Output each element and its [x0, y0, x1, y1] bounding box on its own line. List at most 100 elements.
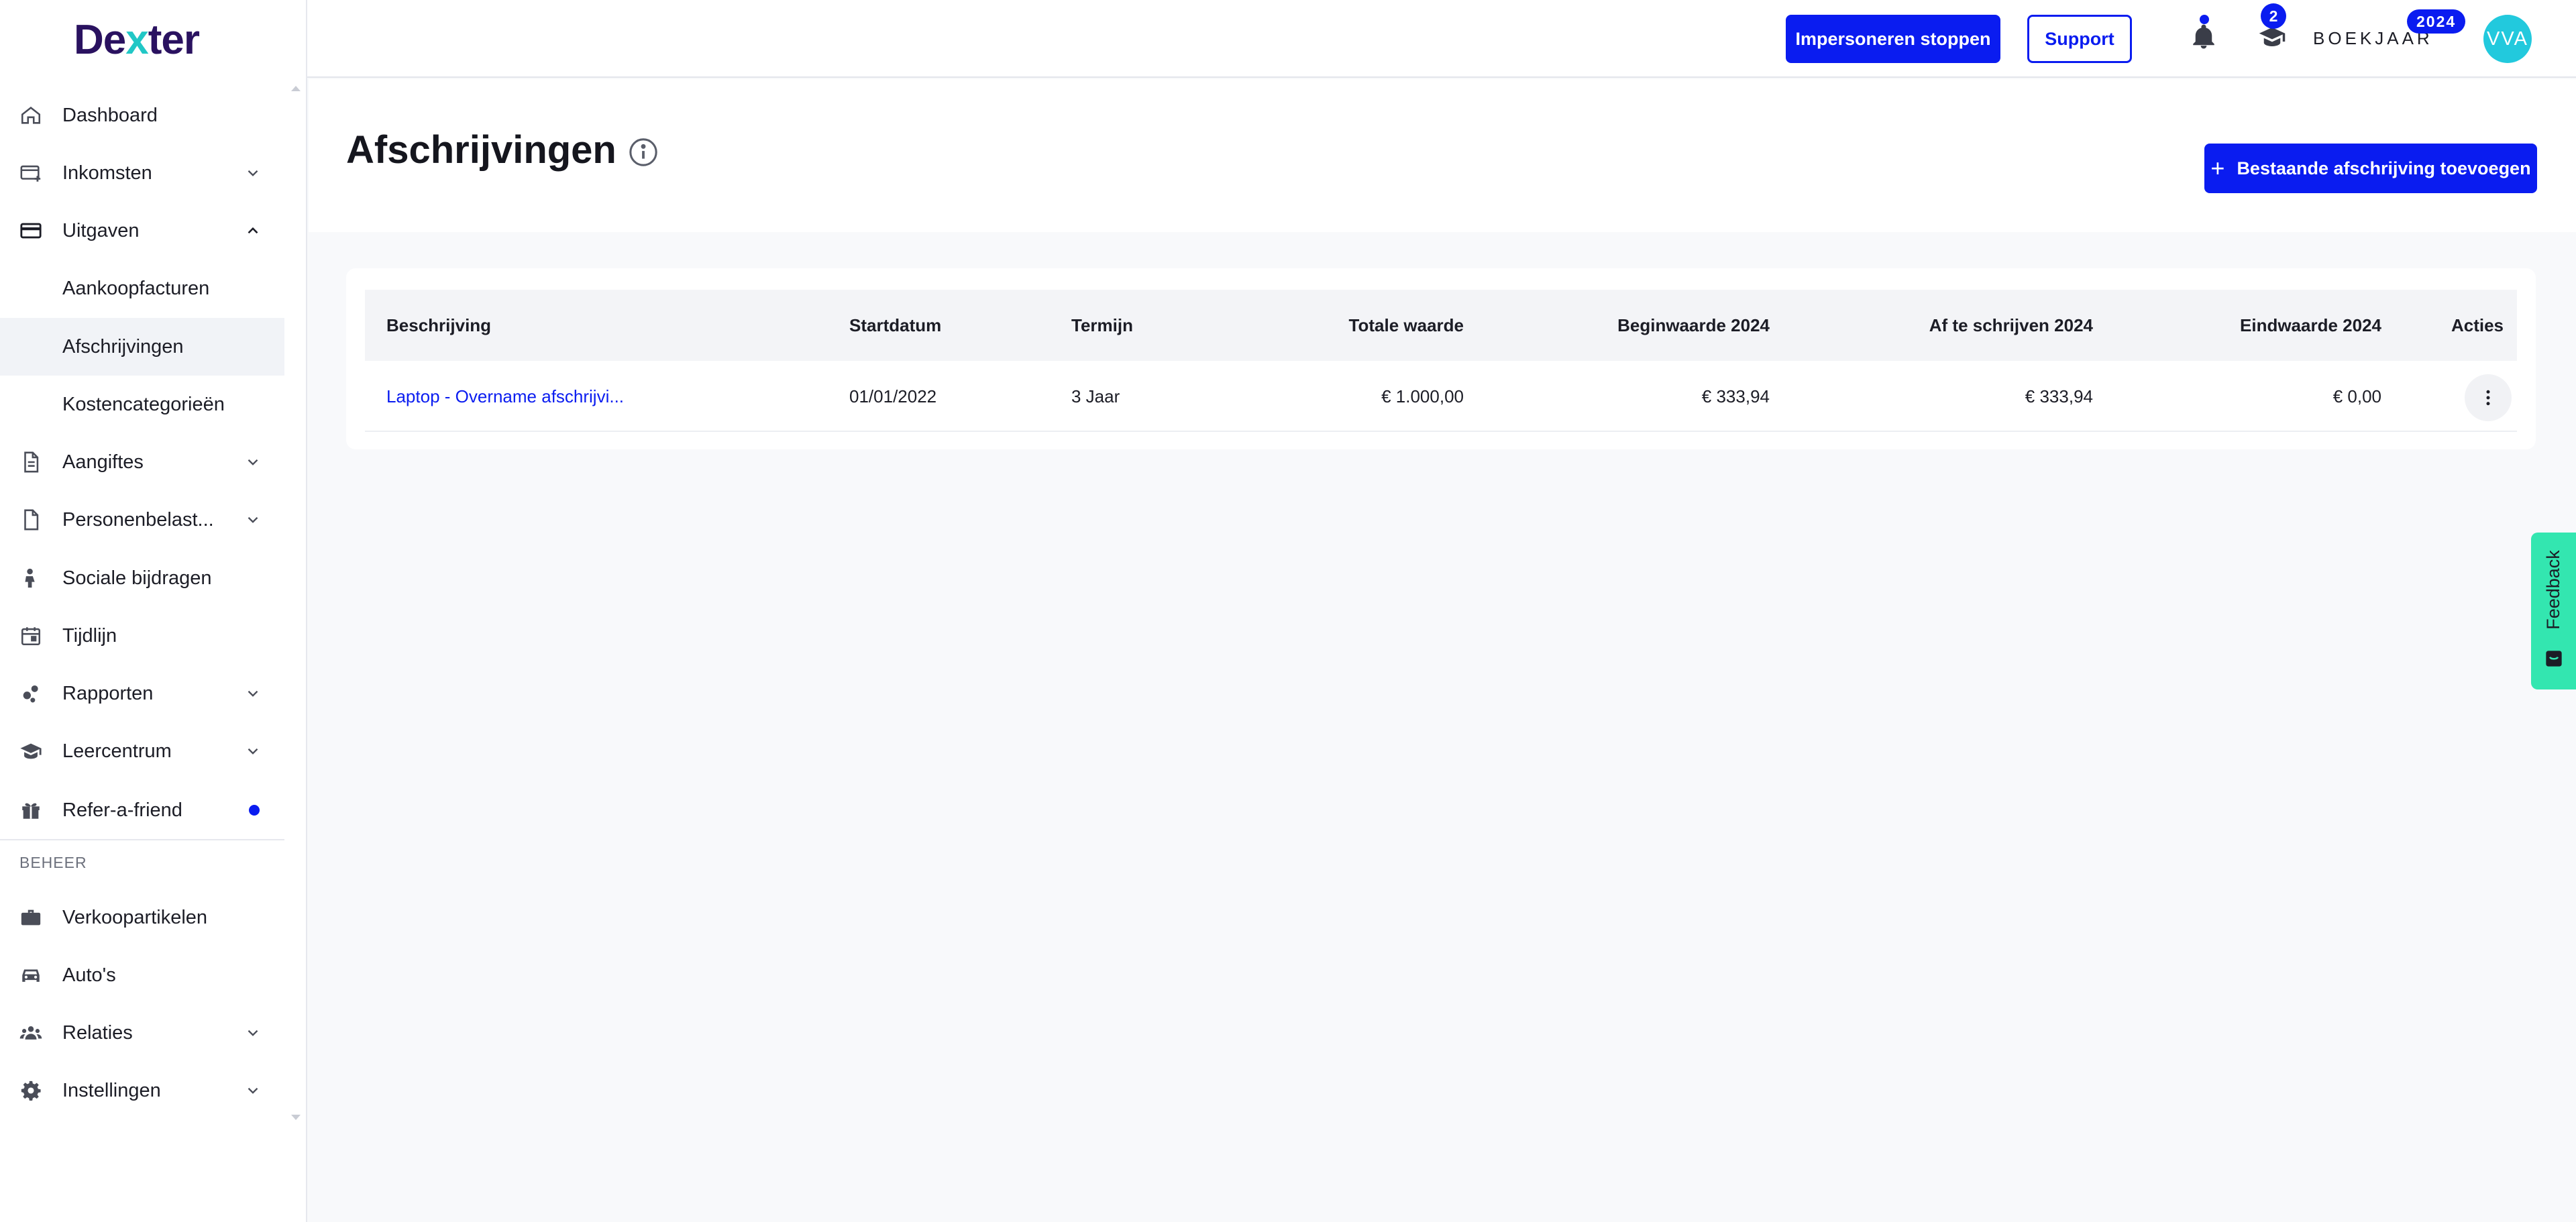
row-start-date: 01/01/2022 — [849, 386, 937, 406]
chevron-down-icon — [244, 164, 262, 182]
sidebar-divider — [0, 839, 284, 840]
people-icon — [19, 1021, 43, 1045]
sidebar-item-autos[interactable]: Auto's — [0, 946, 284, 1004]
sidebar-scroll-down-icon[interactable] — [291, 1115, 301, 1120]
sidebar-item-verkoopartikelen[interactable]: Verkoopartikelen — [0, 889, 284, 946]
sidebar-item-label: Leercentrum — [62, 740, 172, 762]
sidebar-item-label: Dashboard — [62, 104, 158, 126]
sidebar-item-label: Aangiftes — [62, 451, 144, 473]
column-header-to-depreciate[interactable]: Af te schrijven 2024 — [1841, 290, 2093, 361]
learning-count-badge: 2 — [2261, 3, 2286, 29]
sidebar: De x ter Dashboard Inkomsten Uitgaven Aank… — [0, 0, 307, 1222]
support-button[interactable]: Support — [2027, 15, 2132, 63]
chevron-down-icon — [244, 742, 262, 760]
sidebar-item-label: Auto's — [62, 964, 116, 986]
row-end-value: € 0,00 — [2332, 386, 2381, 406]
person-icon — [19, 566, 43, 590]
chevron-down-icon — [244, 685, 262, 702]
notification-dot — [2200, 15, 2209, 24]
sidebar-item-instellingen[interactable]: Instellingen — [0, 1062, 284, 1119]
sidebar-item-aankoopfacturen[interactable]: Aankoopfacturen — [0, 260, 284, 317]
sidebar-item-label: Afschrijvingen — [62, 335, 184, 357]
sidebar-item-label: Sociale bijdragen — [62, 567, 212, 589]
sidebar-item-label: Personenbelast... — [62, 508, 214, 531]
column-header-actions: Acties — [2451, 315, 2504, 335]
sidebar-item-uitgaven[interactable]: Uitgaven — [0, 202, 284, 260]
sidebar-item-label: Verkoopartikelen — [62, 906, 208, 928]
sidebar-item-label: Inkomsten — [62, 162, 152, 184]
row-begin-value: € 333,94 — [1701, 386, 1770, 406]
graduation-cap-icon — [19, 739, 43, 763]
add-button-label: Bestaande afschrijving toevoegen — [2237, 158, 2531, 178]
sidebar-item-dashboard[interactable]: Dashboard — [0, 87, 284, 144]
sidebar-item-rapporten[interactable]: Rapporten — [0, 665, 284, 722]
sidebar-item-label: Tijdlijn — [62, 624, 117, 647]
car-icon — [19, 963, 43, 987]
column-header-end-value[interactable]: Eindwaarde 2024 — [2143, 290, 2381, 361]
sidebar-item-sociale-bijdragen[interactable]: Sociale bijdragen — [0, 549, 284, 607]
sidebar-item-leercentrum[interactable]: Leercentrum — [0, 722, 284, 780]
home-icon — [19, 103, 43, 127]
sidebar-item-label: Relaties — [62, 1021, 133, 1044]
sidebar-item-label: Aankoopfacturen — [62, 277, 210, 299]
column-header-total-value[interactable]: Totale waarde — [1237, 290, 1464, 361]
file-icon — [19, 508, 43, 532]
table-header: Beschrijving Startdatum Termijn Totale w… — [365, 290, 2517, 361]
sidebar-item-kostencategorieen[interactable]: Kostencategorieën — [0, 376, 284, 433]
row-description-link[interactable]: Laptop - Overname afschrijvi... — [386, 361, 624, 432]
page-title: Afschrijvingen — [346, 128, 616, 172]
feedback-label-wrap: Feedback — [2531, 533, 2576, 647]
column-header-start-date[interactable]: Startdatum — [849, 290, 941, 361]
sidebar-item-refer-a-friend[interactable]: Refer-a-friend — [0, 781, 284, 839]
depreciation-table-card: Beschrijving Startdatum Termijn Totale w… — [346, 268, 2536, 449]
feedback-chat-icon — [2546, 651, 2562, 667]
calendar-icon — [19, 624, 43, 648]
sidebar-item-label: Instellingen — [62, 1079, 161, 1101]
chevron-down-icon — [244, 1082, 262, 1099]
sidebar-item-aangiftes[interactable]: Aangiftes — [0, 433, 284, 491]
chart-dots-icon — [19, 681, 43, 706]
column-header-description[interactable]: Beschrijving — [386, 290, 491, 361]
sidebar-item-label: Kostencategorieën — [62, 393, 225, 415]
sidebar-item-inkomsten[interactable]: Inkomsten — [0, 144, 284, 202]
chevron-up-icon — [244, 222, 262, 239]
fiscal-year-badge[interactable]: 2024 — [2407, 9, 2466, 34]
logo-text-x: x — [125, 16, 148, 63]
row-total-value: € 1.000,00 — [1381, 386, 1464, 406]
gift-icon — [19, 798, 43, 822]
info-icon[interactable] — [628, 137, 659, 168]
stop-impersonating-button[interactable]: Impersoneren stoppen — [1786, 15, 2000, 63]
top-bar: Impersoneren stoppen Support 2 BOEKJAAR … — [307, 0, 2576, 78]
table-row[interactable]: Laptop - Overname afschrijvi... 01/01/20… — [365, 361, 2517, 432]
sidebar-item-label: Uitgaven — [62, 219, 140, 241]
row-to-depreciate: € 333,94 — [2025, 386, 2093, 406]
user-avatar[interactable]: VVA — [2483, 15, 2532, 63]
income-icon — [19, 161, 43, 185]
logo-text-pre: De — [74, 16, 126, 63]
sidebar-item-relaties[interactable]: Relaties — [0, 1004, 284, 1062]
sidebar-item-label: Refer-a-friend — [62, 799, 182, 821]
add-existing-depreciation-button[interactable]: + Bestaande afschrijving toevoegen — [2204, 144, 2537, 193]
chevron-down-icon — [244, 511, 262, 529]
column-header-begin-value[interactable]: Beginwaarde 2024 — [1505, 290, 1770, 361]
document-icon — [19, 450, 43, 474]
sidebar-item-personenbelasting[interactable]: Personenbelast... — [0, 491, 284, 549]
new-indicator-dot — [249, 805, 260, 816]
chevron-down-icon — [244, 1024, 262, 1042]
row-term: 3 Jaar — [1071, 386, 1120, 406]
sidebar-item-tijdlijn[interactable]: Tijdlijn — [0, 607, 284, 665]
gear-icon — [19, 1078, 43, 1103]
logo-text-post: ter — [148, 16, 200, 63]
sidebar-item-afschrijvingen[interactable]: Afschrijvingen — [0, 318, 284, 376]
sidebar-scroll-up-icon[interactable] — [291, 86, 301, 91]
feedback-label: Feedback — [2543, 549, 2564, 630]
credit-card-icon — [19, 219, 43, 243]
section-title-beheer: BEHEER — [19, 854, 87, 871]
briefcase-icon — [19, 905, 43, 930]
row-actions-kebab-icon[interactable] — [2465, 374, 2512, 421]
sidebar-item-label: Rapporten — [62, 682, 154, 704]
chevron-down-icon — [244, 453, 262, 471]
column-header-term[interactable]: Termijn — [1071, 290, 1133, 361]
feedback-tab[interactable]: Feedback — [2531, 533, 2576, 689]
dexter-logo[interactable]: De x ter — [74, 13, 200, 66]
